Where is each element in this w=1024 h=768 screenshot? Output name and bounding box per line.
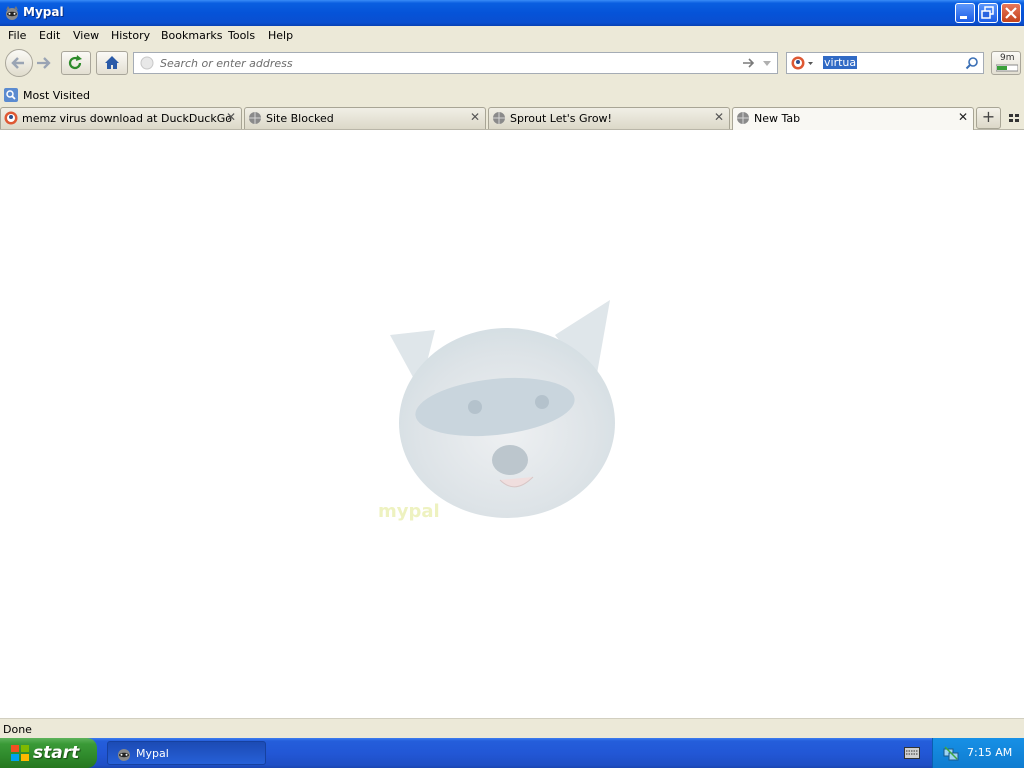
status-bar: Done — [0, 718, 1024, 738]
tab-close-icon[interactable]: ✕ — [714, 110, 724, 124]
raccoon-logo-watermark: mypal — [378, 300, 615, 522]
taskbar-item-mypal[interactable]: Mypal — [107, 741, 266, 765]
duckduckgo-engine-icon[interactable] — [791, 56, 815, 70]
keyboard-icon[interactable] — [904, 747, 920, 759]
menu-edit[interactable]: Edit — [39, 29, 60, 42]
window-title: Mypal — [23, 5, 64, 19]
forward-arrow-icon — [37, 57, 51, 69]
status-text: Done — [3, 723, 32, 736]
back-button[interactable] — [5, 49, 33, 77]
folder-search-icon — [4, 88, 18, 102]
tab-site-blocked[interactable]: Site Blocked ✕ — [244, 107, 486, 129]
windows-logo-icon — [11, 745, 29, 761]
minimize-button[interactable] — [955, 3, 975, 23]
network-icon[interactable] — [943, 745, 959, 761]
tab-label: memz virus download at DuckDuckGo — [22, 112, 232, 125]
tab-label: Sprout Let's Grow! — [510, 112, 612, 125]
restore-button[interactable] — [978, 3, 998, 23]
bookmark-label: Most Visited — [23, 89, 90, 102]
page-content: mypal — [0, 130, 1024, 718]
duckduckgo-favicon — [4, 111, 18, 125]
raccoon-app-icon — [6, 6, 18, 20]
go-arrow-icon[interactable] — [742, 57, 756, 69]
menu-tools[interactable]: Tools — [228, 29, 255, 42]
tab-new-tab[interactable]: New Tab ✕ — [732, 107, 974, 130]
globe-favicon — [493, 112, 505, 124]
clock: 7:15 AM — [967, 746, 1013, 759]
restore-icon — [981, 6, 994, 19]
globe-favicon — [249, 112, 261, 124]
raccoon-app-icon — [118, 749, 130, 761]
globe-icon — [140, 56, 154, 70]
search-bar[interactable]: virtua — [786, 52, 984, 74]
menu-history[interactable]: History — [111, 29, 150, 42]
tab-groups-icon[interactable] — [1008, 113, 1020, 123]
close-icon — [1005, 7, 1017, 19]
menu-bookmarks[interactable]: Bookmarks — [161, 29, 222, 42]
plus-icon: + — [981, 107, 996, 126]
bookmarks-toolbar: Most Visited — [0, 84, 1024, 106]
tab-close-icon[interactable]: ✕ — [958, 110, 968, 124]
forward-button[interactable] — [34, 54, 54, 72]
tab-sprout[interactable]: Sprout Let's Grow! ✕ — [488, 107, 730, 129]
tab-label: New Tab — [754, 112, 801, 125]
menu-help[interactable]: Help — [268, 29, 293, 42]
addon-label: 9m — [1000, 53, 1015, 63]
tab-close-icon[interactable]: ✕ — [226, 110, 236, 124]
reload-button[interactable] — [61, 51, 91, 75]
new-tab-button[interactable]: + — [976, 107, 1001, 129]
address-bar[interactable]: Search or enter address — [133, 52, 778, 74]
menu-file[interactable]: File — [8, 29, 26, 42]
minimize-icon — [960, 16, 967, 19]
home-icon — [105, 56, 119, 69]
title-bar[interactable]: Mypal — [0, 0, 1024, 26]
system-tray: 7:15 AM — [932, 738, 1024, 768]
home-button[interactable] — [96, 51, 128, 75]
search-input[interactable]: virtua — [823, 56, 858, 69]
reload-icon — [68, 55, 82, 70]
globe-favicon — [737, 112, 749, 124]
taskbar-item-label: Mypal — [136, 747, 169, 760]
back-arrow-icon — [11, 57, 24, 69]
tab-label: Site Blocked — [266, 112, 334, 125]
addon-button[interactable]: 9m — [991, 51, 1021, 75]
tab-strip: memz virus download at DuckDuckGo ✕ Site… — [0, 106, 1024, 130]
history-dropdown-icon[interactable] — [762, 60, 772, 67]
start-label: start — [33, 743, 80, 763]
tab-close-icon[interactable]: ✕ — [470, 110, 480, 124]
navigation-toolbar: Search or enter address virtua 9m — [0, 46, 1024, 84]
tab-duckduckgo[interactable]: memz virus download at DuckDuckGo ✕ — [0, 107, 242, 129]
search-icon[interactable] — [965, 56, 979, 70]
addon-gauge-icon — [996, 64, 1018, 72]
watermark-text: mypal — [378, 501, 440, 522]
menu-view[interactable]: View — [73, 29, 99, 42]
close-button[interactable] — [1001, 3, 1021, 23]
taskbar: start Mypal 7:15 AM — [0, 738, 1024, 768]
menu-bar: File Edit View History Bookmarks Tools H… — [0, 26, 1024, 46]
address-input-placeholder: Search or enter address — [160, 57, 293, 70]
bookmark-most-visited[interactable]: Most Visited — [3, 86, 90, 104]
start-button[interactable]: start — [0, 738, 97, 768]
